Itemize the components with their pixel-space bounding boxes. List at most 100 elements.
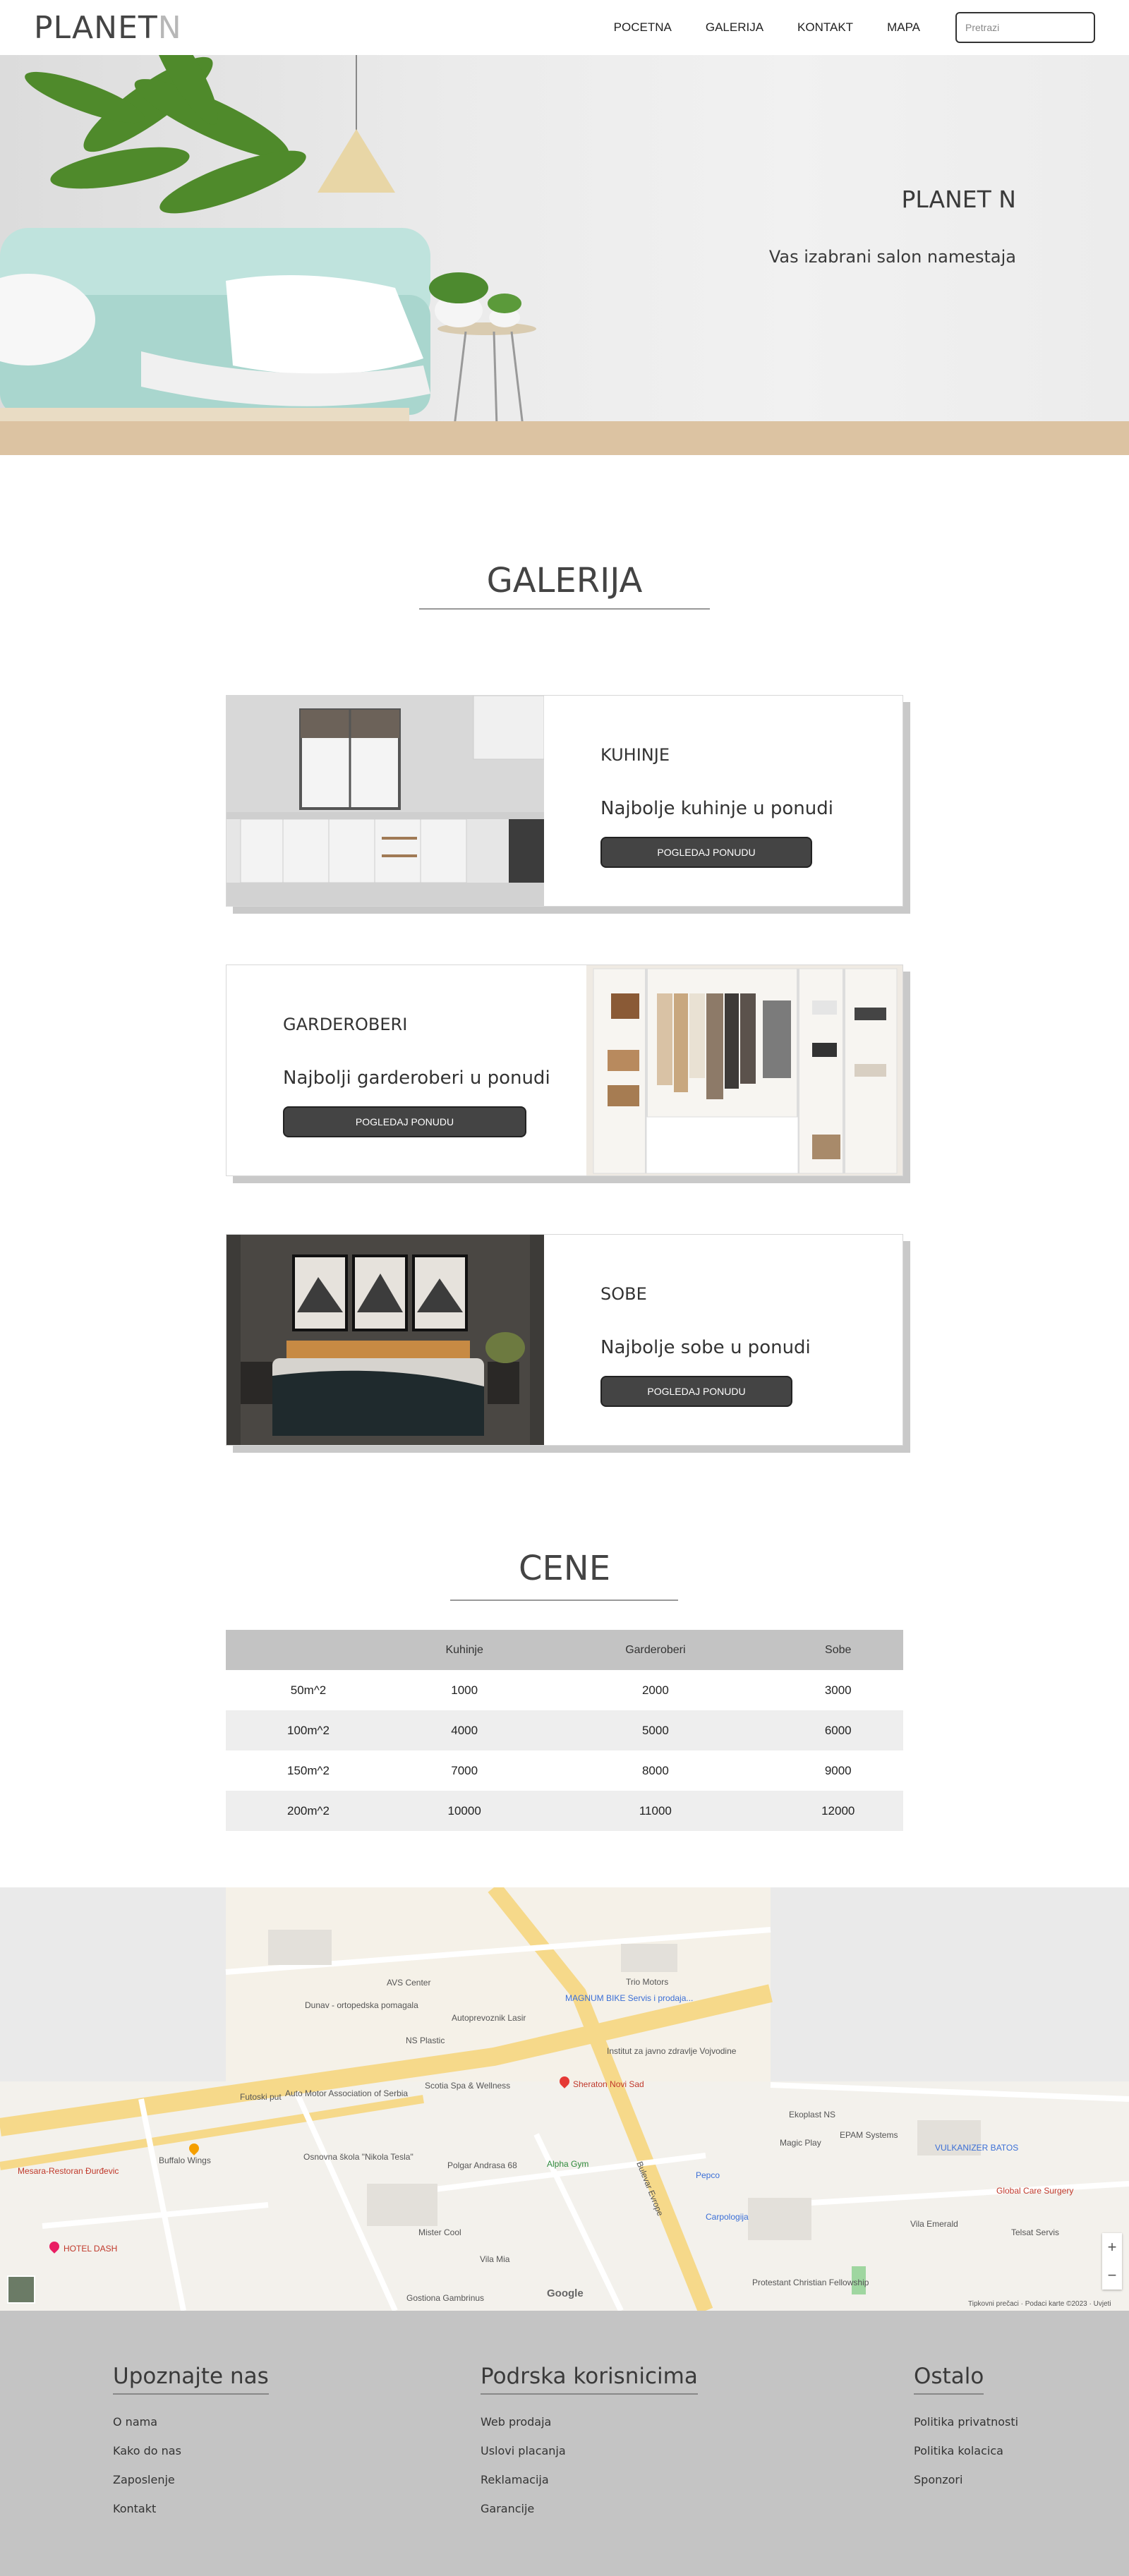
table-cell: 12000 <box>773 1791 903 1831</box>
footer-link[interactable]: Zaposlenje <box>113 2465 269 2494</box>
card-category: KUHINJE <box>600 745 670 765</box>
embedded-map[interactable]: Sheraton Novi Sad Scotia Spa & Wellness … <box>0 1887 1129 2311</box>
footer-link[interactable]: O nama <box>113 2407 269 2436</box>
map-label[interactable]: Telsat Servis <box>1011 2227 1059 2237</box>
map-label[interactable]: Magic Play <box>780 2138 821 2148</box>
footer-link[interactable]: Web prodaja <box>481 2407 698 2436</box>
map-label: Futoski put <box>240 2092 282 2102</box>
table-row: 150m^2 7000 8000 9000 <box>226 1750 903 1791</box>
table-cell: 4000 <box>391 1710 538 1750</box>
hero-subtitle: Vas izabrani salon namestaja <box>768 247 1016 267</box>
map-label[interactable]: HOTEL DASH <box>64 2244 117 2254</box>
table-row: 50m^2 1000 2000 3000 <box>226 1670 903 1710</box>
map-label[interactable]: Autoprevoznik Lasir <box>452 2013 526 2023</box>
footer-link[interactable]: Uslovi placanja <box>481 2436 698 2465</box>
map-label[interactable]: Ekoplast NS <box>789 2110 835 2120</box>
map-label[interactable]: Polgar Andrasa 68 <box>447 2160 517 2170</box>
nav-link-mapa[interactable]: MAPA <box>887 20 920 35</box>
zoom-in-button[interactable]: + <box>1108 2238 1117 2256</box>
footer-column-title: Podrska korisnicima <box>481 2364 698 2395</box>
table-cell: 50m^2 <box>290 1683 327 1697</box>
nav-link-galerija[interactable]: GALERIJA <box>706 20 763 35</box>
logo-main: PLANET <box>34 9 158 46</box>
map-label[interactable]: Global Care Surgery <box>996 2186 1073 2196</box>
map-label[interactable]: Osnovna škola "Nikola Tesla" <box>303 2152 413 2162</box>
kitchen-image[interactable] <box>227 696 544 907</box>
card-category: SOBE <box>600 1284 647 1304</box>
map-label[interactable]: Trio Motors <box>626 1977 668 1987</box>
table-cell: 1000 <box>451 1683 478 1697</box>
zoom-out-button[interactable]: − <box>1108 2266 1117 2285</box>
card-description: Najbolje kuhinje u ponudi <box>600 798 833 819</box>
map-label[interactable]: Scotia Spa & Wellness <box>425 2081 510 2091</box>
site-header: PLANETN POCETNA GALERIJA KONTAKT MAPA <box>0 0 1129 55</box>
footer-link[interactable]: Sponzori <box>914 2465 1018 2494</box>
gallery-card-kuhinje: KUHINJE Najbolje kuhinje u ponudi POGLED… <box>226 695 903 907</box>
nav-link-kontakt[interactable]: KONTAKT <box>797 20 853 35</box>
view-offer-button[interactable]: POGLEDAJ PONUDU <box>283 1106 526 1137</box>
card-description: Najbolje sobe u ponudi <box>600 1337 811 1358</box>
bedroom-image[interactable] <box>227 1235 544 1446</box>
card-category: GARDEROBERI <box>283 1015 408 1034</box>
search-input[interactable] <box>955 12 1095 43</box>
table-header: Sobe <box>773 1630 903 1670</box>
table-row: 200m^2 10000 11000 12000 <box>226 1791 903 1831</box>
prices-title: CENE <box>518 1549 611 1588</box>
table-cell: 3000 <box>824 1683 852 1697</box>
footer-link[interactable]: Kako do nas <box>113 2436 269 2465</box>
footer-link[interactable]: Garancije <box>481 2494 698 2523</box>
footer-link[interactable]: Politika kolacica <box>914 2436 1018 2465</box>
view-offer-button[interactable]: POGLEDAJ PONUDU <box>600 837 812 868</box>
map-label[interactable]: Auto Motor Association of Serbia <box>285 2088 408 2098</box>
site-footer: Upoznajte nas O nama Kako do nas Zaposle… <box>0 2311 1129 2576</box>
table-cell: 5000 <box>538 1710 773 1750</box>
table-header <box>226 1630 392 1670</box>
footer-link[interactable]: Kontakt <box>113 2494 269 2523</box>
footer-link[interactable]: Politika privatnosti <box>914 2407 1018 2436</box>
map-zoom-control: + − <box>1102 2233 1122 2290</box>
nav-link-pocetna[interactable]: POCETNA <box>614 20 672 35</box>
map-label[interactable]: Vila Mia <box>480 2254 509 2264</box>
footer-column-title: Ostalo <box>914 2364 984 2395</box>
map-roads <box>0 1887 1129 2311</box>
table-row: 100m^2 4000 5000 6000 <box>226 1710 903 1750</box>
table-header: Kuhinje <box>391 1630 538 1670</box>
map-label[interactable]: Protestant Christian Fellowship <box>752 2278 869 2287</box>
map-label[interactable]: Mister Cool <box>418 2227 461 2237</box>
table-cell: 8000 <box>641 1763 669 1777</box>
main-nav: POCETNA GALERIJA KONTAKT MAPA <box>580 12 1095 43</box>
logo-accent: N <box>157 9 182 46</box>
table-cell: 11000 <box>538 1791 773 1831</box>
map-label[interactable]: Buffalo Wings <box>159 2155 211 2165</box>
map-label[interactable]: Mesara-Restoran Đurđevic <box>18 2166 119 2176</box>
map-label[interactable]: VULKANIZER BATOS <box>935 2143 1018 2153</box>
map-label[interactable]: EPAM Systems <box>840 2130 898 2140</box>
gallery-title: GALERIJA <box>486 561 643 600</box>
map-label[interactable]: Pepco <box>696 2170 720 2180</box>
footer-column-other: Ostalo Politika privatnosti Politika kol… <box>914 2364 1018 2494</box>
hero-banner: PLANET N Vas izabrani salon namestaja <box>0 55 1129 455</box>
logo[interactable]: PLANETN <box>34 10 182 46</box>
map-label[interactable]: MAGNUM BIKE Servis i prodaja... <box>565 1993 693 2003</box>
google-logo: Google <box>547 2287 584 2299</box>
map-label[interactable]: Alpha Gym <box>547 2159 588 2169</box>
map-label[interactable]: Gostiona Gambrinus <box>406 2293 484 2303</box>
map-label[interactable]: Sheraton Novi Sad <box>573 2079 644 2089</box>
wardrobe-image[interactable] <box>586 965 903 1176</box>
map-label[interactable]: Carpologija <box>706 2212 749 2222</box>
map-label[interactable]: NS Plastic <box>406 2036 445 2045</box>
view-offer-button[interactable]: POGLEDAJ PONUDU <box>600 1376 792 1407</box>
map-layer-toggle-icon[interactable] <box>7 2275 35 2304</box>
table-cell: 100m^2 <box>226 1710 392 1750</box>
prices-table: Kuhinje Garderoberi Sobe 50m^2 1000 2000… <box>226 1630 903 1831</box>
footer-link[interactable]: Reklamacija <box>481 2465 698 2494</box>
table-header-row: Kuhinje Garderoberi Sobe <box>226 1630 903 1670</box>
table-cell: 2000 <box>641 1683 669 1697</box>
map-attribution[interactable]: Tipkovni prečaci · Podaci karte ©2023 · … <box>968 2300 1111 2308</box>
map-label[interactable]: Institut za javno zdravlje Vojvodine <box>607 2046 736 2056</box>
table-cell: 6000 <box>773 1710 903 1750</box>
map-label[interactable]: Vila Emerald <box>910 2219 958 2229</box>
table-cell: 150m^2 <box>287 1763 330 1777</box>
map-label[interactable]: AVS Center <box>387 1978 430 1988</box>
map-label[interactable]: Dunav - ortopedska pomagala <box>305 2000 418 2010</box>
